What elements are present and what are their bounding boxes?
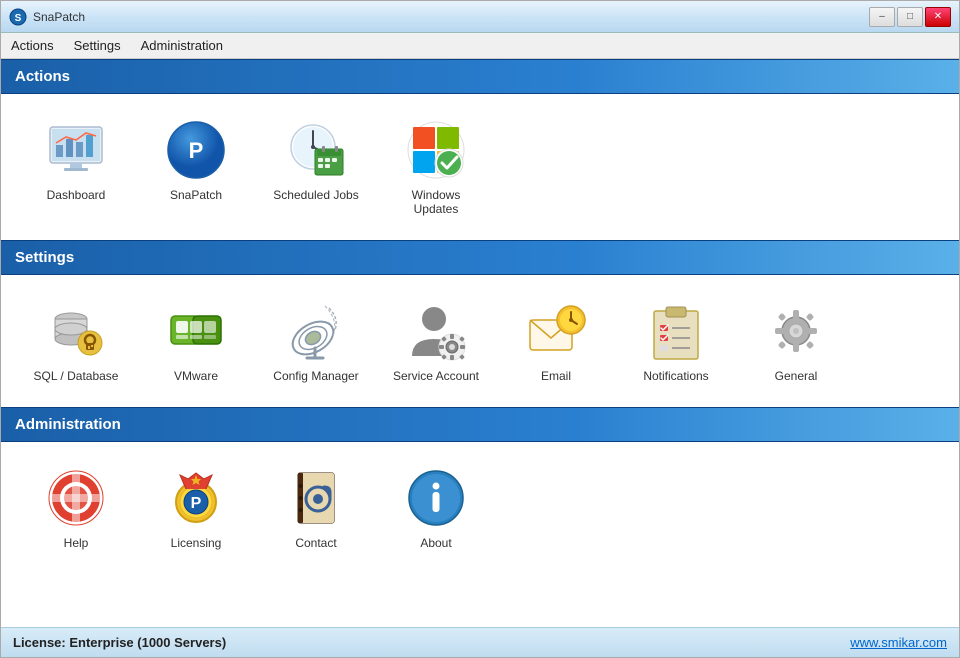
snapatch-icon: P [166, 120, 226, 180]
menubar: Actions Settings Administration [1, 33, 959, 59]
vmware-item[interactable]: VMware [141, 291, 251, 391]
scheduled-jobs-icon [285, 119, 347, 181]
sql-database-item[interactable]: SQL / Database [21, 291, 131, 391]
scheduled-jobs-label: Scheduled Jobs [273, 188, 358, 202]
config-manager-icon [285, 300, 347, 362]
actions-grid: Dashboard P Sna [1, 94, 959, 240]
licensing-item[interactable]: P Licensing [141, 458, 251, 558]
dashboard-icon [46, 123, 106, 178]
menu-administration[interactable]: Administration [131, 33, 233, 58]
sql-database-label: SQL / Database [34, 369, 119, 383]
licensing-label: Licensing [171, 536, 222, 550]
notifications-icon-wrapper [644, 299, 708, 363]
config-manager-label: Config Manager [273, 369, 358, 383]
about-label: About [420, 536, 451, 550]
svg-text:P: P [191, 495, 202, 512]
minimize-button[interactable]: – [869, 7, 895, 27]
vmware-label: VMware [174, 369, 218, 383]
help-item[interactable]: Help [21, 458, 131, 558]
contact-icon [286, 468, 346, 528]
vmware-icon-wrapper [164, 299, 228, 363]
service-account-label: Service Account [393, 369, 479, 383]
dashboard-icon-wrapper [44, 118, 108, 182]
sql-database-icon [46, 301, 106, 361]
license-text: License: Enterprise (1000 Servers) [13, 635, 226, 650]
notifications-icon [646, 301, 706, 361]
notifications-label: Notifications [643, 369, 708, 383]
svg-text:S: S [15, 13, 22, 24]
app-icon: S [9, 8, 27, 26]
dashboard-label: Dashboard [47, 188, 106, 202]
contact-icon-wrapper [284, 466, 348, 530]
scheduled-jobs-icon-wrapper [284, 118, 348, 182]
dashboard-item[interactable]: Dashboard [21, 110, 131, 224]
help-label: Help [64, 536, 89, 550]
service-account-icon-wrapper [404, 299, 468, 363]
licensing-icon-wrapper: P [164, 466, 228, 530]
titlebar-left: S SnaPatch [9, 8, 85, 26]
menu-actions[interactable]: Actions [1, 33, 64, 58]
snapatch-item[interactable]: P SnaPatch [141, 110, 251, 224]
config-manager-item[interactable]: Config Manager [261, 291, 371, 391]
administration-grid: Help P [1, 442, 959, 574]
general-item[interactable]: General [741, 291, 851, 391]
titlebar: S SnaPatch – □ ✕ [1, 1, 959, 33]
titlebar-controls: – □ ✕ [869, 7, 951, 27]
scheduled-jobs-item[interactable]: Scheduled Jobs [261, 110, 371, 224]
vmware-icon [166, 301, 226, 361]
section-header-settings: Settings [1, 240, 959, 275]
about-icon-wrapper [404, 466, 468, 530]
statusbar: License: Enterprise (1000 Servers) www.s… [1, 627, 959, 657]
section-header-administration: Administration [1, 407, 959, 442]
settings-grid: SQL / Database [1, 275, 959, 407]
svg-text:P: P [189, 138, 204, 163]
sql-database-icon-wrapper [44, 299, 108, 363]
email-icon-wrapper [524, 299, 588, 363]
contact-label: Contact [295, 536, 336, 550]
licensing-icon: P [166, 467, 226, 529]
about-icon [406, 468, 466, 528]
service-account-item[interactable]: Service Account [381, 291, 491, 391]
about-item[interactable]: About [381, 458, 491, 558]
maximize-button[interactable]: □ [897, 7, 923, 27]
snapatch-label: SnaPatch [170, 188, 222, 202]
windows-updates-icon-wrapper [404, 118, 468, 182]
contact-item[interactable]: Contact [261, 458, 371, 558]
email-icon [525, 300, 587, 362]
windows-updates-label: Windows Updates [389, 188, 483, 216]
general-icon [765, 300, 827, 362]
main-window: S SnaPatch – □ ✕ Actions Settings Admini… [0, 0, 960, 658]
email-label: Email [541, 369, 571, 383]
windows-updates-item[interactable]: Windows Updates [381, 110, 491, 224]
notifications-item[interactable]: Notifications [621, 291, 731, 391]
menu-settings[interactable]: Settings [64, 33, 131, 58]
help-icon-wrapper [44, 466, 108, 530]
windows-updates-icon [405, 119, 467, 181]
section-header-actions: Actions [1, 59, 959, 94]
general-label: General [775, 369, 818, 383]
window-title: SnaPatch [33, 10, 85, 24]
close-button[interactable]: ✕ [925, 7, 951, 27]
website-link[interactable]: www.smikar.com [850, 635, 947, 650]
email-item[interactable]: Email [501, 291, 611, 391]
general-icon-wrapper [764, 299, 828, 363]
service-account-icon [406, 301, 466, 361]
config-manager-icon-wrapper [284, 299, 348, 363]
main-content: Actions [1, 59, 959, 627]
help-icon [46, 468, 106, 528]
snapatch-icon-wrapper: P [164, 118, 228, 182]
